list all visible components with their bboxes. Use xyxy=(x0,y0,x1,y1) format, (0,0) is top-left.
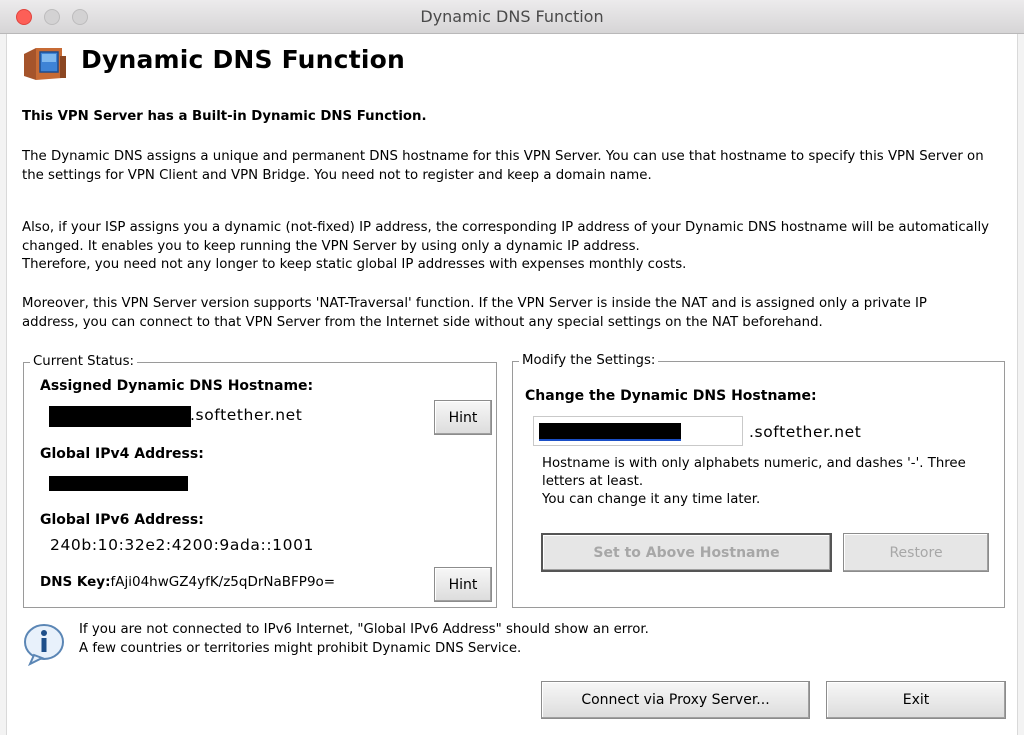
page-title: Dynamic DNS Function xyxy=(81,45,405,74)
global-ipv6-value: 240b:10:32e2:4200:9ada::1001 xyxy=(50,536,314,554)
modify-hostname-suffix: .softether.net xyxy=(749,423,862,441)
global-ipv6-label: Global IPv6 Address: xyxy=(40,512,204,528)
ipv4-redaction xyxy=(49,476,188,491)
dns-key-value: fAji04hwGZ4yfK/z5qDrNaBFP9o= xyxy=(110,574,336,590)
global-ipv4-label: Global IPv4 Address: xyxy=(40,446,204,462)
hostname-input-redaction xyxy=(539,423,681,441)
hostname-rules-note: Hostname is with only alphabets numeric,… xyxy=(542,456,966,507)
intro-paragraph-1: The Dynamic DNS assigns a unique and per… xyxy=(22,149,984,183)
ipv6-warning-note: If you are not connected to IPv6 Interne… xyxy=(79,622,649,656)
assigned-hostname-label: Assigned Dynamic DNS Hostname: xyxy=(40,378,314,394)
assigned-hostname-suffix: .softether.net xyxy=(190,406,303,424)
modify-settings-group: Modify the Settings: Change the Dynamic … xyxy=(512,353,1005,608)
window-border-right xyxy=(1017,34,1024,735)
exit-button[interactable]: Exit xyxy=(826,681,1006,719)
intro-paragraph-3: Moreover, this VPN Server version suppor… xyxy=(22,296,927,330)
dnskey-hint-button[interactable]: Hint xyxy=(434,567,492,602)
current-status-label: Current Status: xyxy=(30,354,138,370)
current-status-group: Current Status: Assigned Dynamic DNS Hos… xyxy=(23,354,497,608)
modify-settings-label: Modify the Settings: xyxy=(519,353,659,369)
dns-key-label: DNS Key: xyxy=(40,574,111,590)
window-border-left xyxy=(0,34,7,735)
restore-button[interactable]: Restore xyxy=(843,533,989,572)
window-title: Dynamic DNS Function xyxy=(420,7,604,26)
computer-monitor-icon xyxy=(24,48,66,80)
hostname-hint-button[interactable]: Hint xyxy=(434,400,492,435)
hostname-input[interactable] xyxy=(533,416,743,446)
change-hostname-label: Change the Dynamic DNS Hostname: xyxy=(525,388,817,404)
dns-key-row: DNS Key:fAji04hwGZ4yfK/z5qDrNaBFP9o= xyxy=(40,574,335,590)
window-titlebar: Dynamic DNS Function xyxy=(0,0,1024,34)
set-hostname-button[interactable]: Set to Above Hostname xyxy=(541,533,832,572)
intro-heading: This VPN Server has a Built-in Dynamic D… xyxy=(22,109,427,124)
connect-via-proxy-button[interactable]: Connect via Proxy Server... xyxy=(541,681,810,719)
info-icon xyxy=(24,624,64,666)
intro-paragraph-2: Also, if your ISP assigns you a dynamic … xyxy=(22,220,990,273)
hostname-redaction xyxy=(49,406,191,427)
